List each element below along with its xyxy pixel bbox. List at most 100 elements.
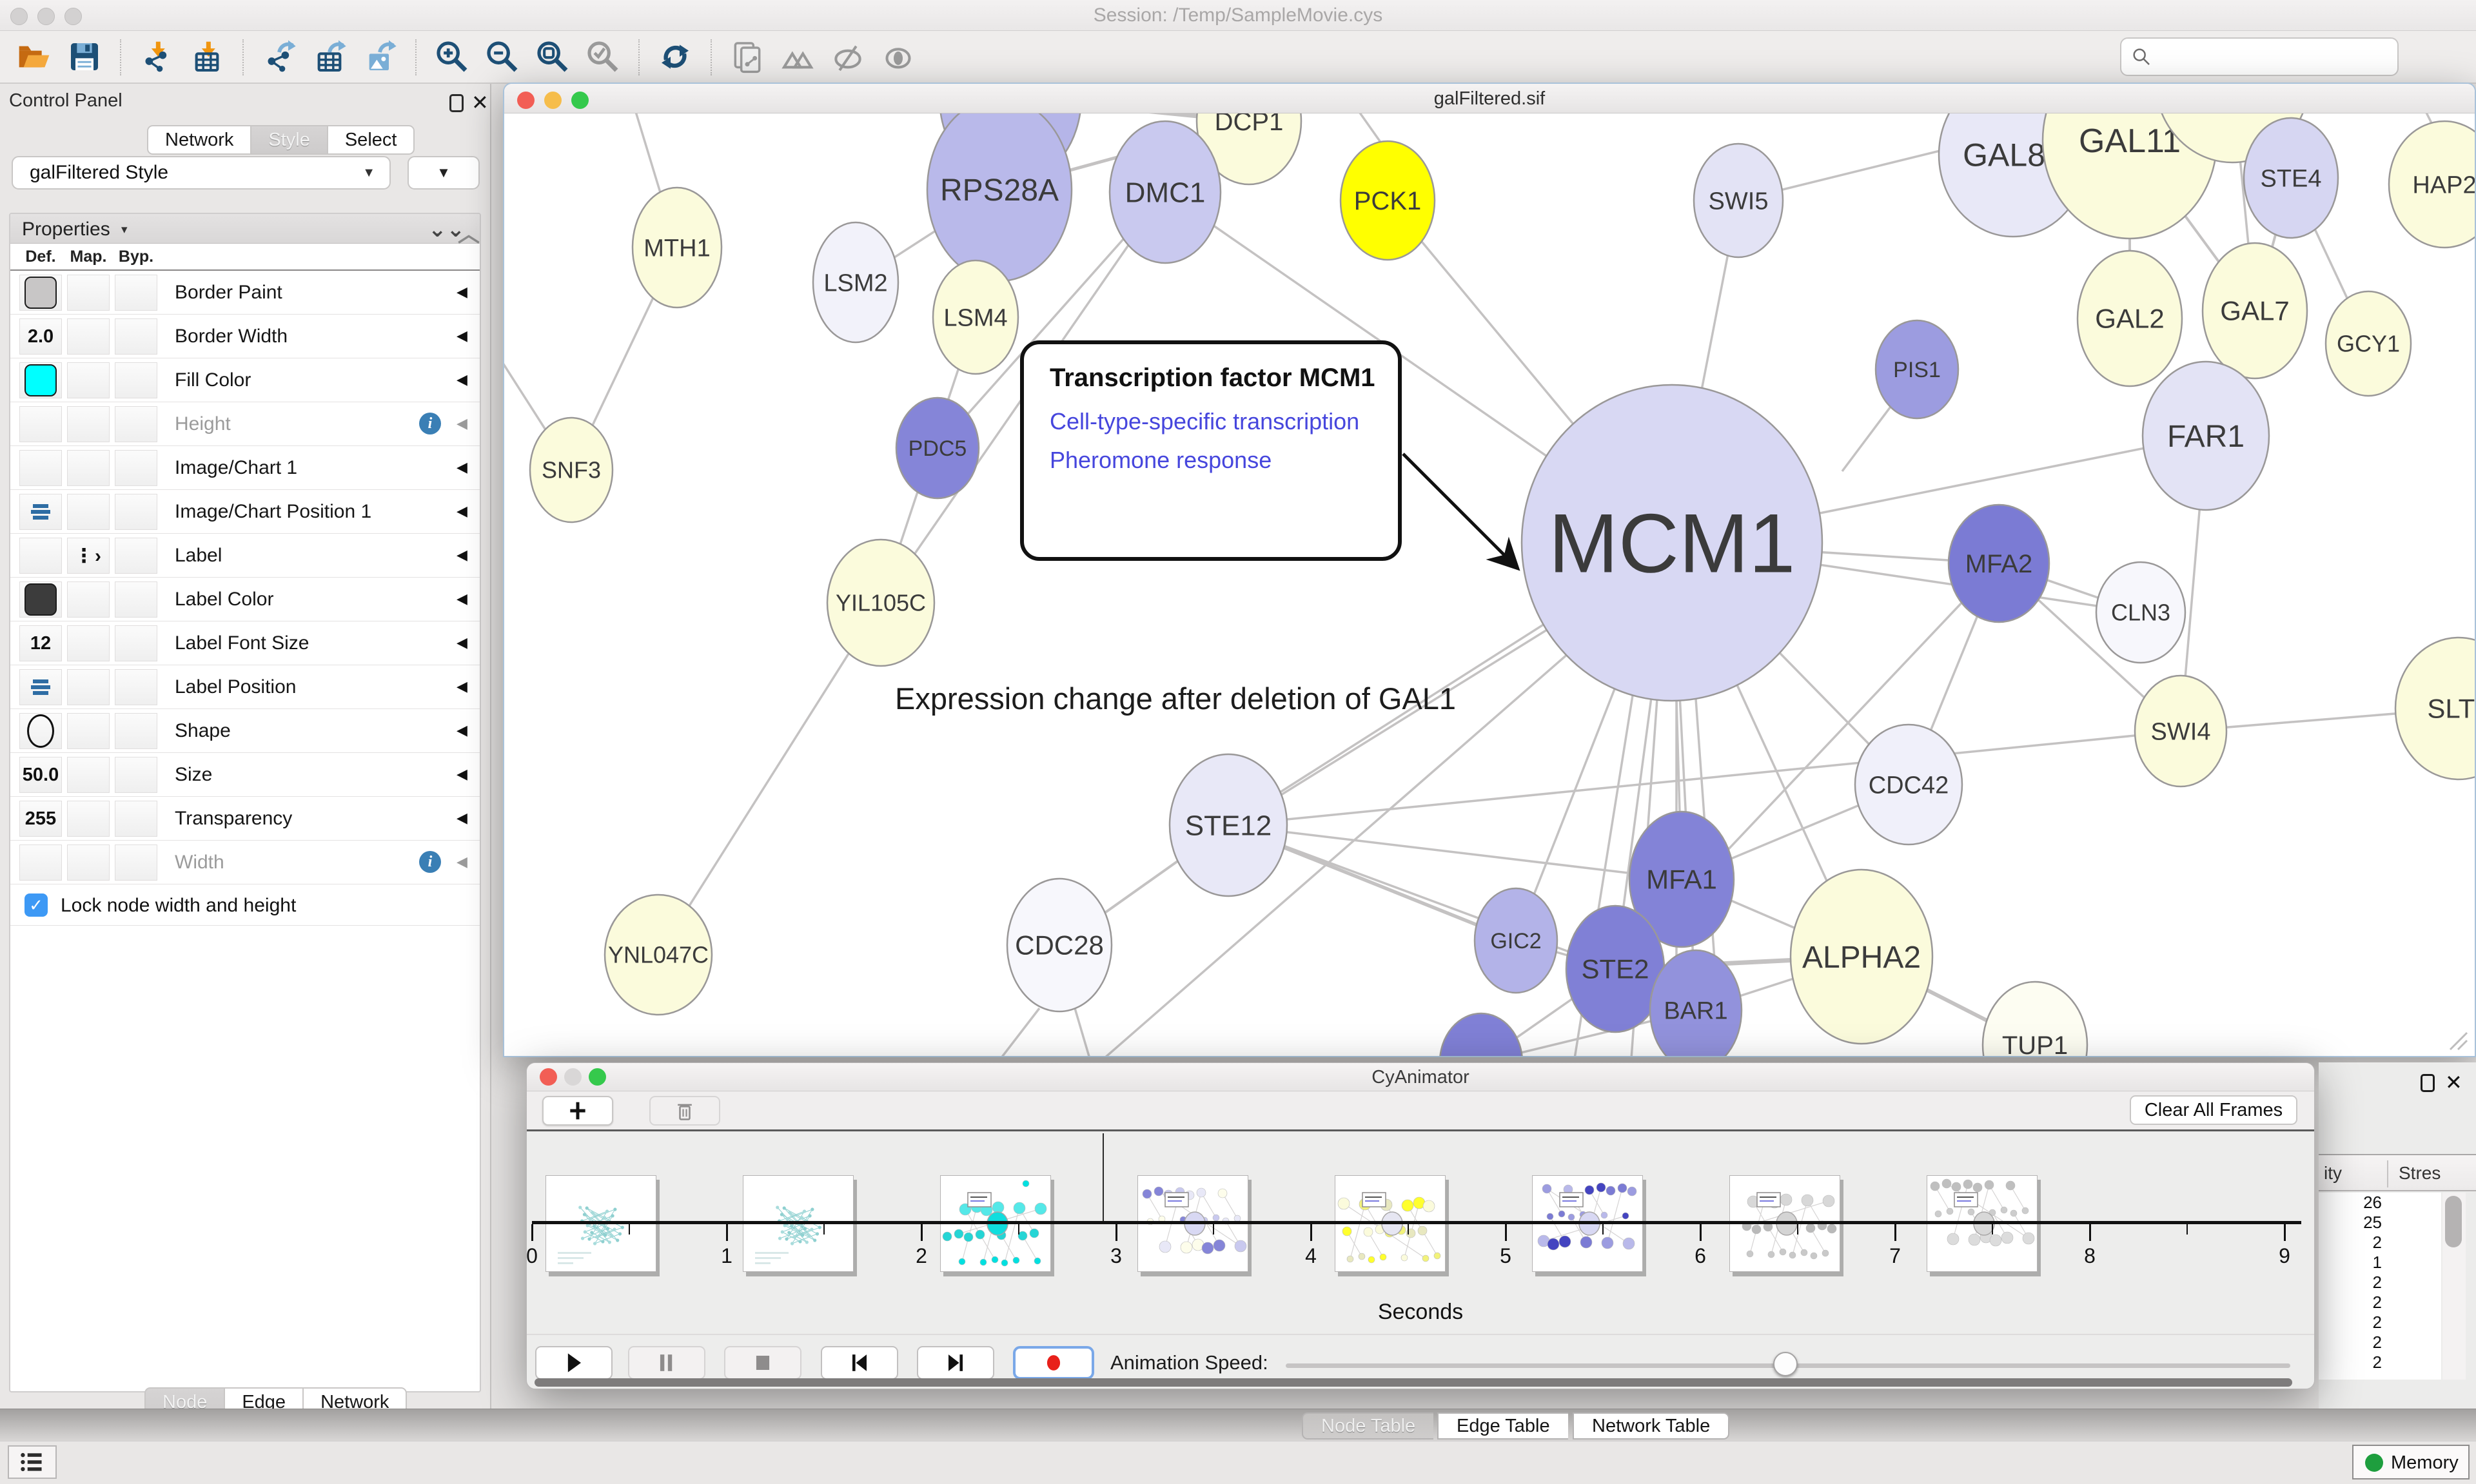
bypass-value-cell[interactable]: [115, 581, 157, 618]
table-row[interactable]: 1: [2319, 1253, 2391, 1273]
bypass-value-cell[interactable]: [115, 450, 157, 486]
export-table-icon[interactable]: [310, 37, 349, 77]
zoom-in-icon[interactable]: [432, 37, 472, 77]
network-node-YIL105C[interactable]: YIL105C: [827, 540, 934, 666]
expand-row-icon[interactable]: ◀: [457, 547, 467, 563]
close-panel-icon[interactable]: ✕: [471, 90, 489, 115]
network-node-MFA2[interactable]: MFA2: [1949, 505, 2049, 622]
default-value-cell[interactable]: [19, 713, 62, 749]
network-node-SWI5[interactable]: SWI5: [1694, 144, 1783, 257]
default-value-cell[interactable]: [19, 845, 62, 881]
network-edge[interactable]: [1001, 1008, 1039, 1056]
timeline[interactable]: 0123456789 Seconds: [527, 1133, 2314, 1334]
network-node-GCY1[interactable]: GCY1: [2326, 291, 2411, 396]
refresh-icon[interactable]: [655, 37, 695, 77]
property-row-label[interactable]: ⋮›Label◀: [10, 534, 480, 578]
record-button[interactable]: [1013, 1346, 1094, 1380]
panel-menu-button[interactable]: [8, 1445, 57, 1479]
expand-row-icon[interactable]: ◀: [457, 459, 467, 476]
default-value-cell[interactable]: [19, 538, 62, 574]
tab-network[interactable]: Network: [147, 125, 250, 155]
default-value-cell[interactable]: 255: [19, 801, 62, 837]
network-node-SLT2[interactable]: SLT2: [2395, 638, 2475, 779]
annotation-link-1[interactable]: Cell-type-specific transcription: [1050, 408, 1398, 435]
resize-grip[interactable]: [2446, 1029, 2468, 1051]
mapping-value-cell[interactable]: [67, 406, 110, 442]
default-value-cell[interactable]: [19, 669, 62, 705]
pause-button[interactable]: [628, 1346, 705, 1380]
tab-select[interactable]: Select: [327, 125, 415, 155]
default-value-cell[interactable]: 50.0: [19, 757, 62, 793]
property-row-image-chart-position-1[interactable]: Image/Chart Position 1◀: [10, 490, 480, 534]
column-divider[interactable]: [2387, 1160, 2388, 1187]
network-node-HAP2[interactable]: HAP2: [2389, 121, 2475, 248]
table-row[interactable]: 2: [2319, 1313, 2391, 1333]
property-row-shape[interactable]: Shape◀: [10, 709, 480, 753]
bypass-value-cell[interactable]: [115, 538, 157, 574]
network-canvas[interactable]: RPS28BDCP1RPS28ADMC1PCK1MTH1LSM2LSM4SNF3…: [504, 113, 2475, 1056]
network-edge[interactable]: [1075, 1008, 1090, 1056]
property-row-image-chart-1[interactable]: Image/Chart 1◀: [10, 446, 480, 490]
network-node-PDC5[interactable]: PDC5: [896, 398, 979, 498]
expand-row-icon[interactable]: ◀: [457, 678, 467, 695]
network-node-RPS28A[interactable]: RPS28A: [927, 113, 1072, 281]
import-network-icon[interactable]: [137, 37, 177, 77]
network-node-PCK1[interactable]: PCK1: [1341, 141, 1435, 260]
table-row[interactable]: 26: [2319, 1193, 2391, 1213]
bypass-value-cell[interactable]: [115, 713, 157, 749]
network-node-MTH1[interactable]: MTH1: [633, 188, 722, 308]
network-note-text[interactable]: Expression change after deletion of GAL1: [895, 681, 1456, 716]
expand-row-icon[interactable]: ◀: [457, 503, 467, 520]
add-frame-button[interactable]: [542, 1096, 613, 1126]
annotation-link-2[interactable]: Pheromone response: [1050, 447, 1398, 474]
play-button[interactable]: [535, 1346, 613, 1380]
property-row-border-width[interactable]: 2.0Border Width◀: [10, 315, 480, 358]
bypass-value-cell[interactable]: [115, 757, 157, 793]
table-row[interactable]: 2: [2319, 1233, 2391, 1253]
float-panel-icon[interactable]: [449, 94, 464, 112]
show-all-icon[interactable]: [878, 37, 918, 77]
search-box[interactable]: [2120, 37, 2399, 76]
mapping-value-cell[interactable]: [67, 625, 110, 661]
network-node-CDC28[interactable]: CDC28: [1007, 879, 1112, 1011]
table-scrollbar[interactable]: [2442, 1193, 2466, 1380]
tab-node-table[interactable]: Node Table: [1302, 1412, 1433, 1440]
open-session-icon[interactable]: [14, 37, 54, 77]
bypass-value-cell[interactable]: [115, 494, 157, 530]
column-stress[interactable]: Stres: [2399, 1163, 2441, 1184]
info-icon[interactable]: i: [419, 413, 441, 434]
bypass-value-cell[interactable]: [115, 625, 157, 661]
expand-row-icon[interactable]: ◀: [457, 766, 467, 783]
network-node-MCM1[interactable]: MCM1: [1522, 385, 1822, 701]
hide-selected-icon[interactable]: [828, 37, 868, 77]
mapping-value-cell[interactable]: [67, 669, 110, 705]
first-neighbors-icon[interactable]: [778, 37, 818, 77]
animation-speed-handle[interactable]: [1773, 1352, 1798, 1376]
mapping-value-cell[interactable]: [67, 362, 110, 398]
table-row[interactable]: 2: [2319, 1333, 2391, 1352]
expand-row-icon[interactable]: ◀: [457, 722, 467, 739]
bypass-value-cell[interactable]: [115, 801, 157, 837]
network-node-YNL047C[interactable]: YNL047C: [605, 895, 712, 1015]
bypass-value-cell[interactable]: [115, 275, 157, 311]
network-node-SWI4[interactable]: SWI4: [2135, 676, 2226, 786]
table-row[interactable]: 2: [2319, 1352, 2391, 1372]
mapping-value-cell[interactable]: [67, 494, 110, 530]
expand-row-icon[interactable]: ◀: [457, 810, 467, 826]
bypass-value-cell[interactable]: [115, 669, 157, 705]
timeline-scrollbar[interactable]: [535, 1378, 2292, 1387]
tab-style[interactable]: Style: [250, 125, 326, 155]
network-node-BAR1[interactable]: BAR1: [1650, 950, 1742, 1056]
property-row-width[interactable]: Widthi◀: [10, 841, 480, 884]
default-value-cell[interactable]: [19, 581, 62, 618]
tab-network-table[interactable]: Network Table: [1573, 1412, 1729, 1440]
network-node-DMC1[interactable]: DMC1: [1110, 121, 1221, 263]
default-value-cell[interactable]: [19, 450, 62, 486]
info-icon[interactable]: i: [419, 851, 441, 873]
bypass-value-cell[interactable]: [115, 406, 157, 442]
network-node-STE4[interactable]: STE4: [2244, 118, 2338, 238]
network-node-GAL7[interactable]: GAL7: [2203, 243, 2307, 378]
mapping-value-cell[interactable]: [67, 581, 110, 618]
tab-edge-table[interactable]: Edge Table: [1437, 1412, 1568, 1440]
property-row-height[interactable]: Heighti◀: [10, 402, 480, 446]
